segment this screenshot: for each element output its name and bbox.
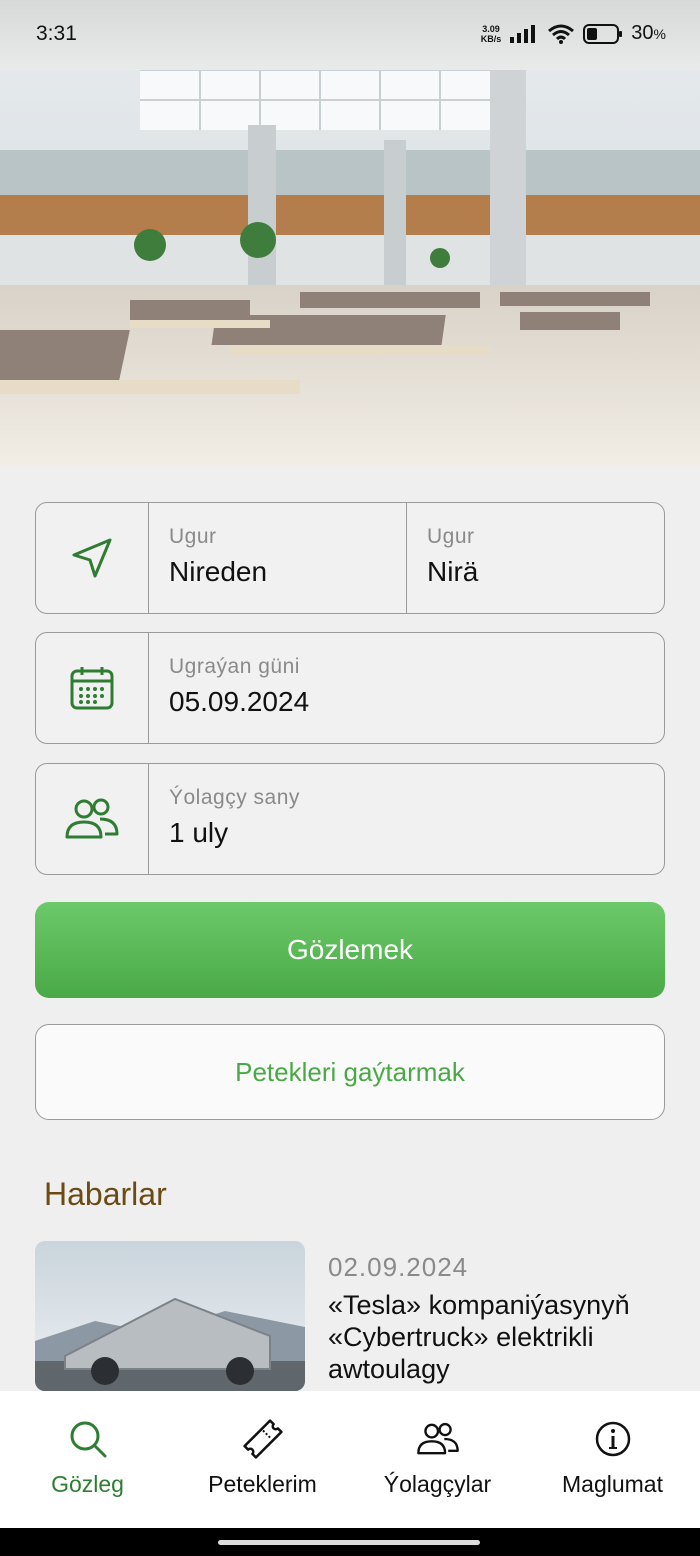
news-image[interactable] — [35, 1241, 305, 1391]
route-field: Ugur Nireden Ugur Nirä — [35, 502, 665, 614]
from-field[interactable]: Ugur Nireden — [149, 503, 406, 613]
signal-icon — [510, 24, 536, 43]
news-item-title[interactable]: «Tesla» kompaniýasynyň «Cybertruck» elek… — [328, 1289, 668, 1391]
calendar-cell — [36, 633, 149, 743]
system-nav-bar — [0, 1528, 700, 1556]
to-value: Nirä — [427, 556, 479, 587]
search-icon — [70, 1421, 106, 1458]
nav-label-tickets: Peteklerim — [208, 1471, 317, 1497]
info-icon — [595, 1421, 630, 1457]
nav-item-info[interactable]: Maglumat — [525, 1391, 700, 1528]
bottom-nav: Gözleg Peteklerim Ýolagçylar Maglumat — [0, 1391, 700, 1528]
to-field[interactable]: Ugur Nirä — [406, 503, 664, 613]
ticket-icon — [242, 1419, 283, 1459]
search-button[interactable]: Gözlemek — [35, 902, 665, 998]
status-time: 3:31 — [36, 22, 77, 45]
wifi-icon — [548, 24, 575, 44]
nav-item-passengers[interactable]: Ýolagçylar — [350, 1391, 525, 1528]
nav-label-search: Gözleg — [51, 1471, 124, 1497]
battery-level: 30% — [631, 22, 666, 44]
from-value: Nireden — [169, 556, 268, 587]
date-cell: Ugraýan güni 05.09.2024 — [149, 633, 664, 743]
nav-label-passengers: Ýolagçylar — [383, 1471, 492, 1497]
battery-icon — [583, 23, 623, 44]
passengers-value: 1 uly — [169, 817, 229, 848]
passengers-cell-text: Ýolagçy sany 1 uly — [149, 764, 664, 874]
passengers-field[interactable]: Ýolagçy sany 1 uly — [35, 763, 665, 875]
users-icon — [416, 1422, 459, 1455]
return-tickets-button[interactable]: Petekleri gaýtarmak — [35, 1024, 665, 1120]
passengers-label: Ýolagçy sany — [169, 786, 300, 809]
nav-item-search[interactable]: Gözleg — [0, 1391, 175, 1528]
location-arrow-cell[interactable] — [36, 503, 149, 613]
calendar-icon — [70, 667, 114, 710]
from-label: Ugur — [169, 525, 217, 548]
news-date: 02.09.2024 — [328, 1252, 469, 1282]
date-label: Ugraýan güni — [169, 655, 300, 678]
passengers-cell — [36, 764, 149, 874]
date-field[interactable]: Ugraýan güni 05.09.2024 — [35, 632, 665, 744]
nav-label-info: Maglumat — [562, 1471, 663, 1497]
navigation-arrow-icon — [72, 538, 112, 578]
status-icons: 3.09 KB/s 30% — [481, 22, 666, 45]
date-value: 05.09.2024 — [169, 686, 310, 717]
net-speed: 3.09 KB/s — [480, 23, 502, 44]
to-label: Ugur — [427, 525, 475, 548]
news-heading: Habarlar — [44, 1176, 167, 1212]
nav-item-tickets[interactable]: Peteklerim — [175, 1391, 350, 1528]
home-indicator[interactable] — [218, 1540, 480, 1545]
status-bar: 3:31 3.09 KB/s 30% — [0, 0, 700, 70]
users-icon — [65, 798, 119, 839]
